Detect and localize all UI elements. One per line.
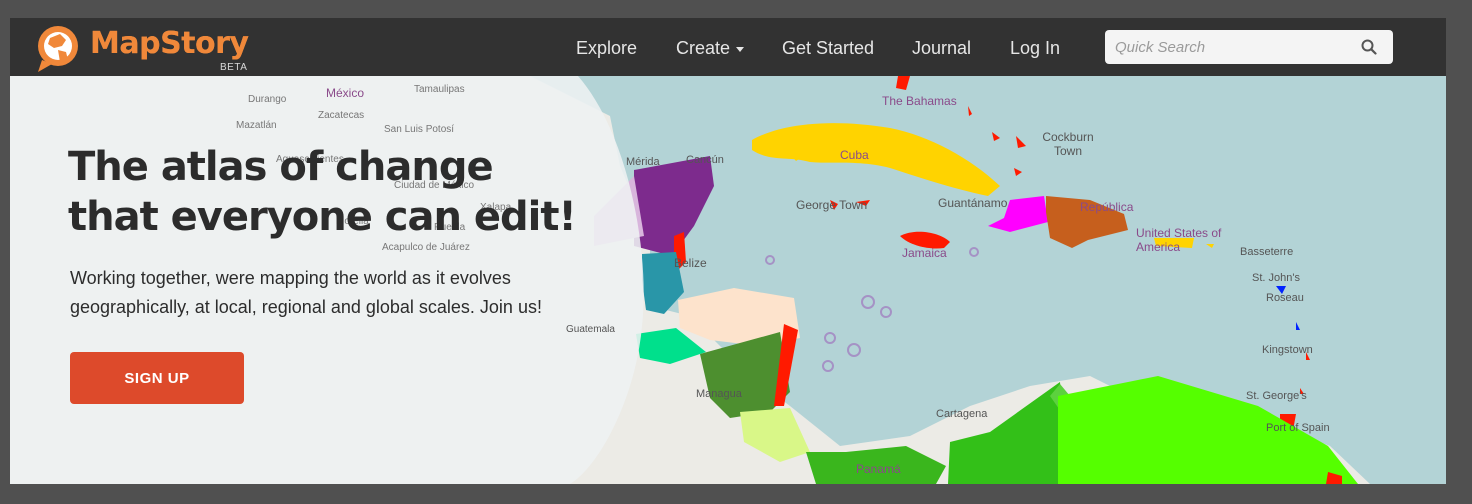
brand-name: MapStory <box>90 26 249 61</box>
browser-viewport: Durango México Tamaulipas Mazatlán Zacat… <box>10 18 1446 484</box>
map-label-cartagena: Cartagena <box>936 408 988 420</box>
map-label-merida: Mérida <box>626 156 660 168</box>
search-icon[interactable] <box>1361 39 1377 55</box>
nav-item-explore[interactable]: Explore <box>576 38 637 59</box>
map-label-managua: Managua <box>696 388 742 400</box>
top-navbar: MapStory BETA Explore Create Get Started… <box>10 18 1446 76</box>
map-label-durango: Durango <box>248 94 287 105</box>
quick-search <box>1105 30 1393 64</box>
nav-item-create[interactable]: Create <box>676 38 745 59</box>
map-label-united-states: United States of America <box>1136 226 1222 254</box>
map-label-guatemala: Guatemala <box>566 324 615 335</box>
map-label-guantanamo: Guantánamo <box>938 196 1008 210</box>
map-label-basseterre: Basseterre <box>1240 246 1294 258</box>
nav-item-get-started[interactable]: Get Started <box>782 38 874 59</box>
hero-title: The atlas of change that everyone can ed… <box>68 144 577 240</box>
map-label-acapulco: Acapulco de Juárez <box>382 242 470 253</box>
beta-badge: BETA <box>220 62 248 73</box>
map-label-cancun: Cancún <box>686 154 724 166</box>
nav-item-log-in[interactable]: Log In <box>1010 38 1060 59</box>
nav-item-create-label: Create <box>676 38 731 58</box>
map-label-cuba: Cuba <box>840 148 869 162</box>
globe-speech-bubble-icon <box>38 26 78 72</box>
map-label-port-of-spain: Port of Spain <box>1266 422 1330 434</box>
map-label-kingstown: Kingstown <box>1262 344 1313 356</box>
map-label-tamaulipas: Tamaulipas <box>414 84 465 95</box>
map-label-st-johns: St. John's <box>1252 272 1300 284</box>
mapstory-logo[interactable]: MapStory BETA <box>28 22 278 74</box>
map-label-st-georges: St. George's <box>1246 390 1307 402</box>
map-label-jamaica: Jamaica <box>902 246 947 260</box>
search-input[interactable] <box>1105 30 1365 64</box>
map-label-bahamas: The Bahamas <box>882 94 957 108</box>
nav-item-journal[interactable]: Journal <box>912 38 971 59</box>
map-label-belize: Belize <box>674 256 707 270</box>
map-label-roseau: Roseau <box>1266 292 1304 304</box>
map-label-cockburn-town: Cockburn Town <box>1042 130 1094 158</box>
map-label-mazatlan: Mazatlán <box>236 120 277 131</box>
sign-up-button[interactable]: SIGN UP <box>70 352 244 404</box>
map-label-george-town: George Town <box>796 198 868 212</box>
map-label-san-luis-potosi: San Luis Potosí <box>384 124 455 135</box>
map-label-mexico: México <box>326 86 365 100</box>
map-label-panama: Panamá <box>856 462 901 476</box>
hero-subtitle: Working together, were mapping the world… <box>70 268 542 317</box>
map-label-zacatecas: Zacatecas <box>318 110 365 121</box>
caret-down-icon <box>736 46 745 52</box>
map-label-republica: República <box>1080 200 1134 214</box>
